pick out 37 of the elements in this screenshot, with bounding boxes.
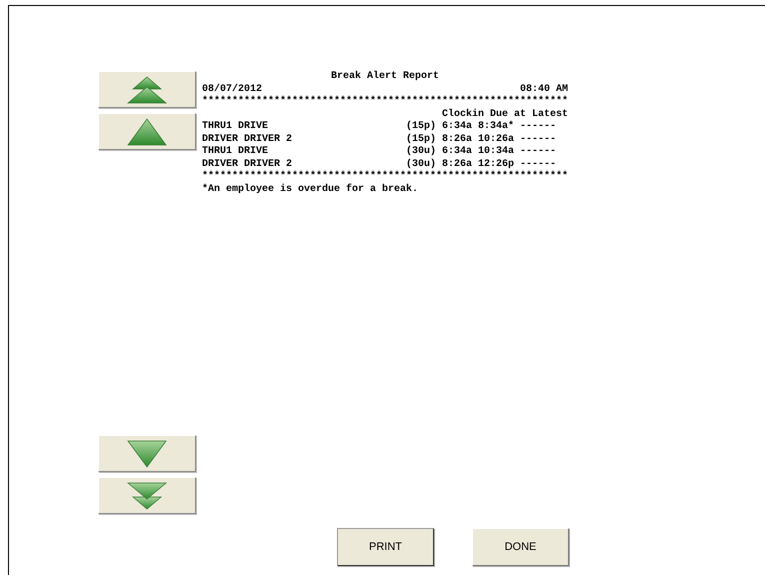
separator-line: ************************************************************* bbox=[202, 171, 568, 184]
break-type: (30u) bbox=[406, 158, 436, 170]
employee-name: THRU1 DRIVE bbox=[202, 146, 268, 157]
employee-name: THRU1 DRIVE bbox=[202, 121, 268, 132]
latest-time: ------ bbox=[520, 158, 556, 170]
due-time: 8:34a* bbox=[478, 121, 514, 132]
employee-name: DRIVER DRIVER 2 bbox=[202, 134, 292, 144]
up-button[interactable] bbox=[98, 113, 196, 150]
clockin-time: 8:26a bbox=[442, 158, 472, 170]
clockin-time: 6:34a bbox=[442, 146, 472, 157]
double-up-arrow-icon bbox=[126, 74, 168, 104]
double-down-button[interactable] bbox=[98, 477, 196, 514]
due-time: 12:26p bbox=[478, 158, 514, 170]
up-arrow-icon bbox=[126, 116, 168, 146]
print-button[interactable]: PRINT bbox=[337, 528, 434, 566]
clockin-time: 8:26a bbox=[442, 134, 472, 144]
latest-time: ------ bbox=[520, 134, 556, 144]
report-date: 08/07/2012 bbox=[202, 84, 262, 96]
employee-name: DRIVER DRIVER 2 bbox=[202, 158, 292, 170]
break-type: (15p) bbox=[406, 121, 436, 132]
latest-time: ------ bbox=[520, 146, 556, 157]
due-time: 10:34a bbox=[478, 146, 514, 157]
break-type: (15p) bbox=[406, 134, 436, 144]
column-header: Clockin Due at Latest bbox=[442, 108, 568, 120]
due-time: 10:26a bbox=[478, 134, 514, 144]
done-button[interactable]: DONE bbox=[472, 528, 569, 566]
report-time: 08:40 AM bbox=[520, 84, 568, 96]
clockin-time: 6:34a bbox=[442, 121, 472, 132]
down-arrow-icon bbox=[126, 438, 168, 468]
down-button[interactable] bbox=[98, 435, 196, 472]
break-type: (30u) bbox=[406, 146, 436, 157]
latest-time: ------ bbox=[520, 121, 556, 132]
separator-line: ************************************************************* bbox=[202, 96, 568, 108]
report-title: Break Alert Report bbox=[331, 71, 440, 82]
footnote: *An employee is overdue for a break. bbox=[202, 184, 420, 196]
double-up-button[interactable] bbox=[98, 71, 196, 108]
double-down-arrow-icon bbox=[126, 480, 168, 510]
